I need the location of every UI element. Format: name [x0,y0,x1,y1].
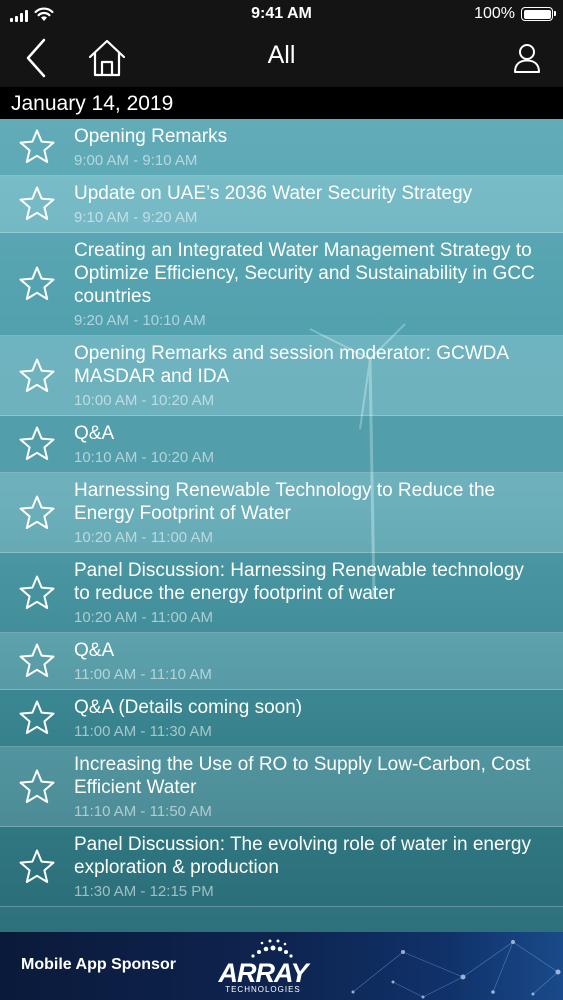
favorite-star-button[interactable] [0,185,74,223]
favorite-star-button[interactable] [0,357,74,395]
star-icon [19,129,55,163]
session-list[interactable]: Opening Remarks 9:00 AM - 9:10 AM Update o… [0,119,563,932]
session-title: Creating an Integrated Water Management … [74,240,535,307]
favorite-star-button[interactable] [0,265,74,303]
session-row[interactable]: Update on UAE’s 2036 Water Security Stra… [0,176,563,233]
session-title: Panel Discussion: Harnessing Renewable t… [74,560,524,604]
sponsor-logo-subtext: TECHNOLOGIES [225,985,301,994]
session-row[interactable]: Q&A 10:10 AM - 10:20 AM [0,416,563,473]
star-icon [19,769,55,803]
favorite-star-button[interactable] [0,425,74,463]
user-icon [514,43,540,73]
session-row[interactable]: Panel Discussion: Harnessing Renewable t… [0,553,563,633]
session-time: 9:20 AM - 10:10 AM [74,312,206,329]
status-right: 100% [474,5,556,23]
session-time: 9:00 AM - 9:10 AM [74,152,198,169]
session-text: Update on UAE’s 2036 Water Security Stra… [74,176,563,232]
session-text: Q&A 11:00 AM - 11:10 AM [74,633,563,689]
session-text: Increasing the Use of RO to Supply Low-C… [74,747,563,826]
session-text: Panel Discussion: Harnessing Renewable t… [74,553,563,632]
battery-icon [521,7,556,21]
sponsor-logo[interactable]: ARRAY TECHNOLOGIES [213,938,313,996]
favorite-star-button[interactable] [0,494,74,532]
favorite-star-button[interactable] [0,848,74,886]
session-text: Opening Remarks and session moderator: G… [74,336,563,415]
session-row[interactable]: Opening Remarks and session moderator: G… [0,336,563,416]
star-icon [19,186,55,220]
star-icon [19,700,55,734]
session-text: Q&A (Details coming soon) 11:00 AM - 11:3… [74,690,563,746]
session-title: Update on UAE’s 2036 Water Security Stra… [74,183,473,204]
favorite-star-button[interactable] [0,699,74,737]
page-title: All [267,41,296,69]
session-text: Harnessing Renewable Technology to Reduc… [74,473,563,552]
session-row[interactable]: Panel Discussion: The evolving role of w… [0,827,563,907]
session-time: 10:20 AM - 11:00 AM [74,609,213,626]
session-title: Opening Remarks [74,126,228,147]
battery-percent: 100% [474,5,515,22]
session-row[interactable]: Creating an Integrated Water Management … [0,233,563,336]
star-icon [19,266,55,300]
profile-button[interactable] [505,28,549,87]
session-time: 10:00 AM - 10:20 AM [74,392,215,409]
session-text: Q&A 10:10 AM - 10:20 AM [74,416,563,472]
session-title: Q&A [74,423,115,444]
star-icon [19,575,55,609]
session-time: 10:20 AM - 11:00 AM [74,529,213,546]
star-icon [19,849,55,883]
session-title: Panel Discussion: The evolving role of w… [74,834,531,878]
session-title: Harnessing Renewable Technology to Reduc… [74,480,496,524]
star-icon [19,426,55,460]
session-time: 11:10 AM - 11:50 AM [74,803,212,820]
session-time: 10:10 AM - 10:20 AM [74,449,215,466]
session-row[interactable]: Q&A (Details coming soon) 11:00 AM - 11:3… [0,690,563,747]
session-title: Increasing the Use of RO to Supply Low-C… [74,754,531,798]
session-time: 11:00 AM - 11:30 AM [74,723,212,740]
favorite-star-button[interactable] [0,574,74,612]
star-icon [19,495,55,529]
session-row[interactable]: Harnessing Renewable Technology to Reduc… [0,473,563,553]
favorite-star-button[interactable] [0,768,74,806]
sponsor-label: Mobile App Sponsor [21,956,176,973]
session-text: Panel Discussion: The evolving role of w… [74,827,563,906]
star-icon [19,643,55,677]
session-text: Creating an Integrated Water Management … [74,233,563,335]
favorite-star-button[interactable] [0,128,74,166]
nav-bar: All [0,28,563,87]
session-title: Q&A [74,640,115,661]
session-title: Q&A (Details coming soon) [74,697,303,718]
favorite-star-button[interactable] [0,642,74,680]
session-text: Opening Remarks 9:00 AM - 9:10 AM [74,119,563,175]
session-title: Opening Remarks and session moderator: G… [74,343,509,387]
date-header: January 14, 2019 [0,87,563,119]
session-time: 11:30 AM - 12:15 PM [74,883,214,900]
status-bar: 9:41 AM 100% [0,0,563,28]
sponsor-banner[interactable]: Mobile App Sponsor ARRAY TECHNOLOGIES [0,932,563,1000]
network-graphic [351,940,561,999]
star-icon [19,358,55,392]
session-row[interactable]: Q&A 11:00 AM - 11:10 AM [0,633,563,690]
session-time: 11:00 AM - 11:10 AM [74,666,212,683]
session-row[interactable]: Opening Remarks 9:00 AM - 9:10 AM [0,119,563,176]
session-time: 9:10 AM - 9:20 AM [74,209,198,226]
session-row[interactable]: Increasing the Use of RO to Supply Low-C… [0,747,563,827]
